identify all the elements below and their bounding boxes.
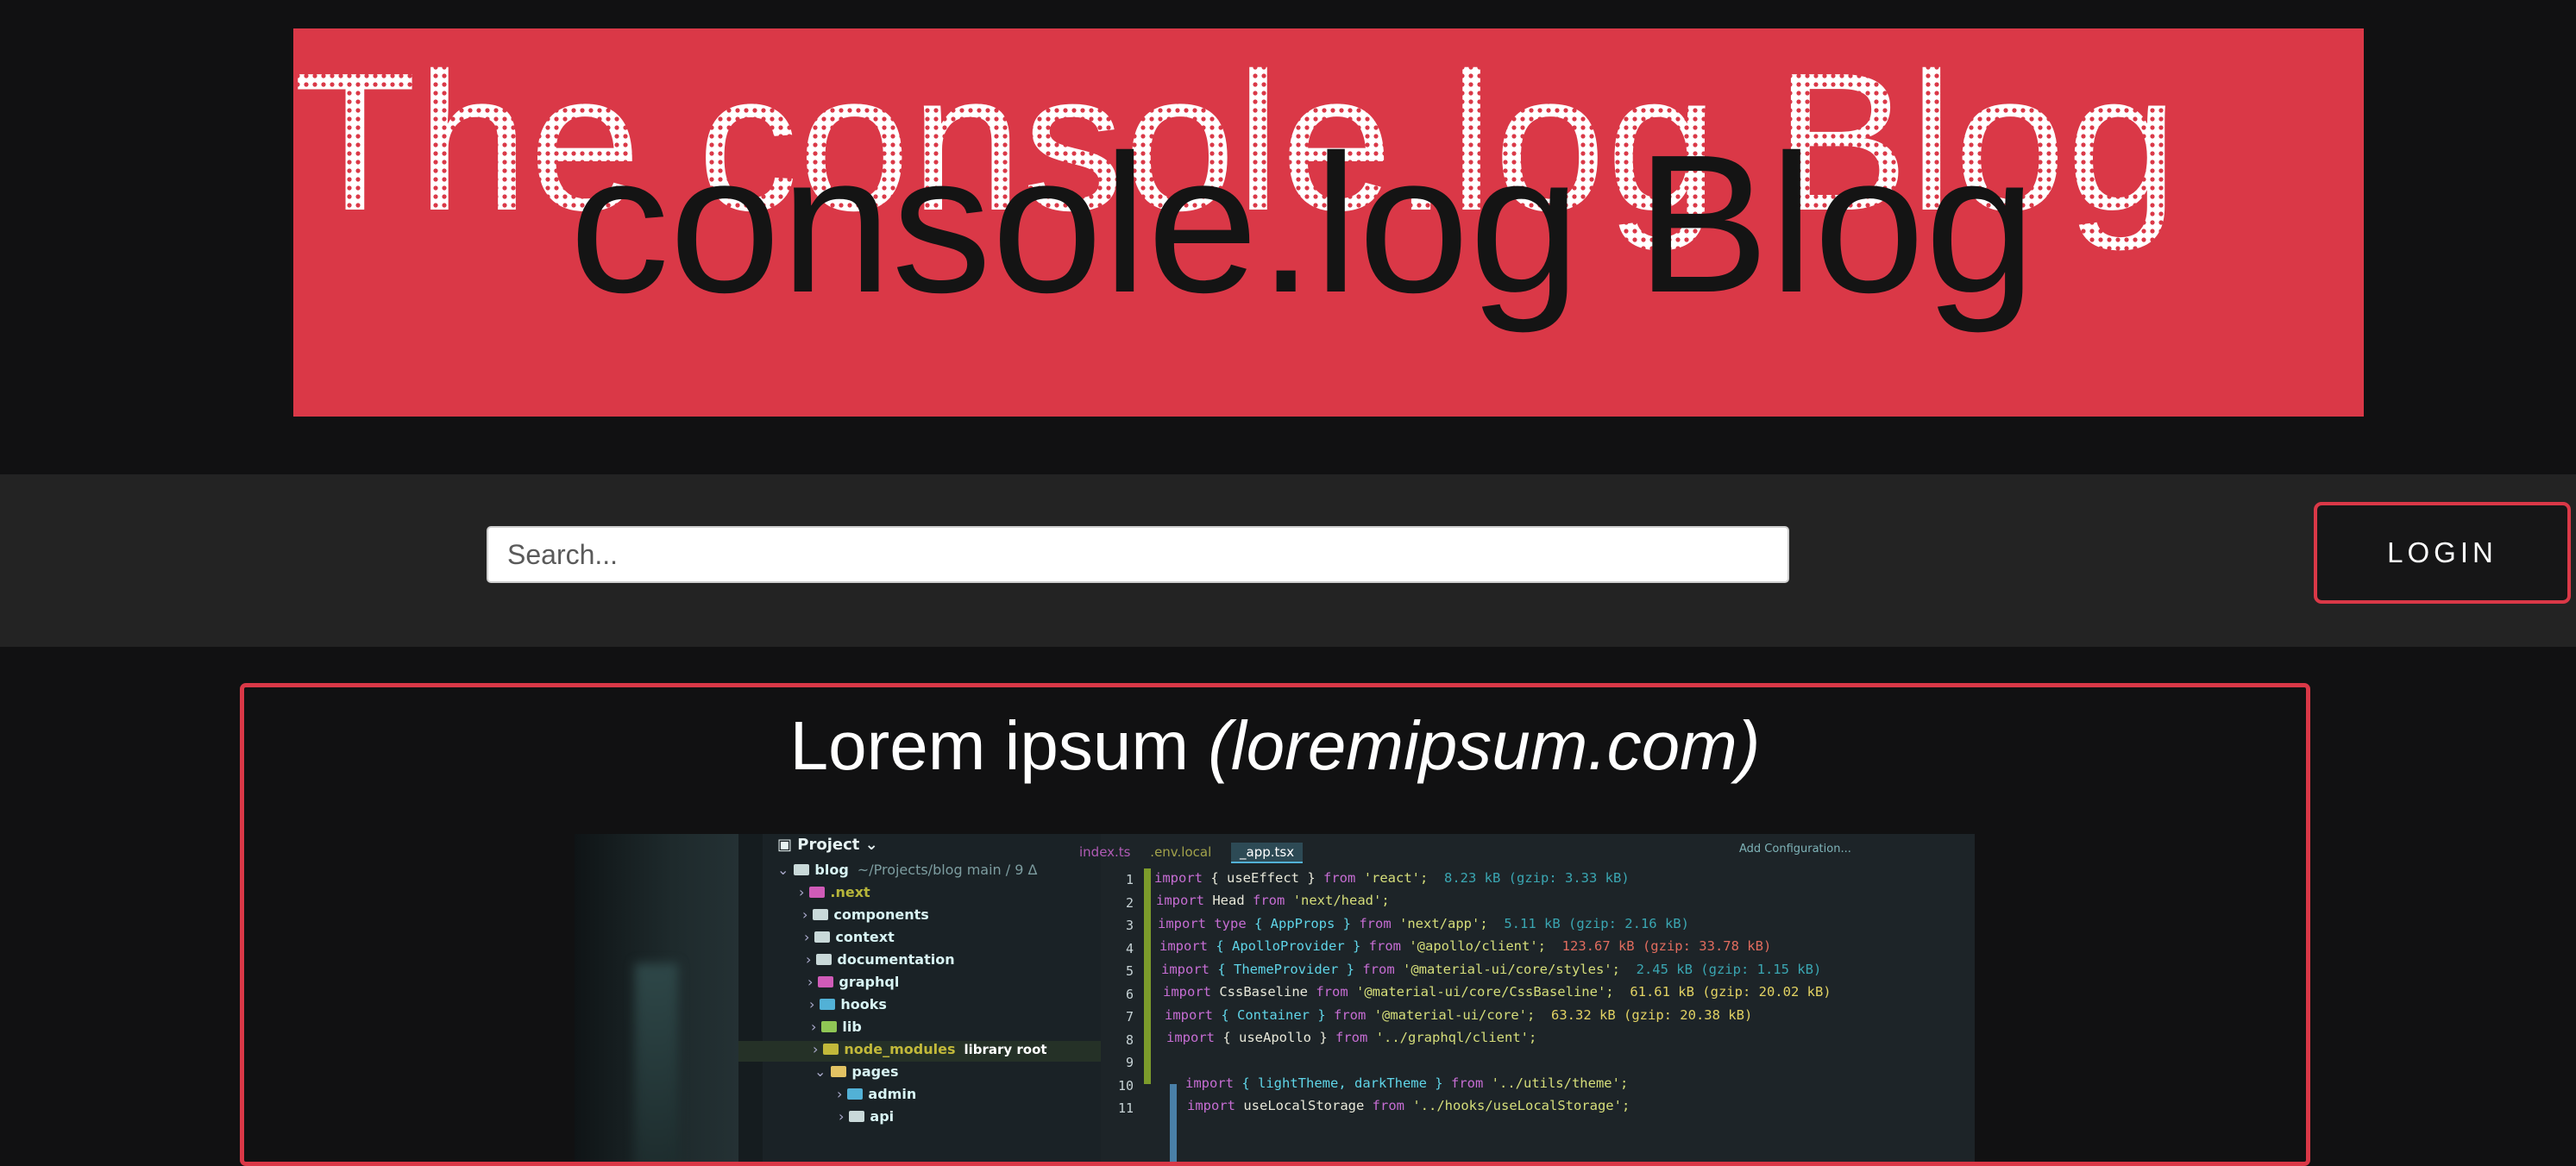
folder-icon [813,909,829,920]
login-button[interactable]: LOGIN [2314,502,2571,604]
tree-item: › graphql [807,974,900,990]
tree-item: › .next [799,884,870,900]
folder-icon [821,1021,838,1032]
folder-icon [847,1088,864,1100]
banner-solid-title: console.log Blog [569,115,2036,334]
banner-logo: The console.log Blog console.log Blog [293,33,2178,334]
code-line: import useLocalStorage from '../hooks/us… [1187,1098,1630,1113]
tree-item: › node_modules library root [813,1041,1047,1057]
folder-icon [849,1111,865,1122]
project-header: ▣ Project ⌄ [777,836,878,854]
tree-item: › lib [811,1019,862,1035]
tree-item: › documentation [806,951,955,968]
tree-root: ⌄ blog ~/Projects/blog main / 9 Δ [777,862,1038,878]
folder-icon [809,887,826,898]
folder-icon [820,999,836,1010]
editor-tab: .env.local [1150,844,1212,860]
code-line: import { ThemeProvider } from '@material… [1161,962,1822,977]
chevron-right-icon: › [802,906,808,923]
code-line: import type { AppProps } from 'next/app'… [1158,916,1689,931]
chevron-right-icon: › [806,951,812,968]
folder-icon [816,954,832,965]
chevron-right-icon: › [807,974,814,990]
post-title[interactable]: Lorem ipsum (loremipsum.com) [244,705,2306,787]
folder-icon [814,931,831,943]
site-banner: The console.log Blog console.log Blog [293,28,2364,417]
folder-icon: ▣ [777,836,798,854]
chevron-right-icon: › [799,884,805,900]
tree-item: › api [839,1108,895,1125]
change-marker [1144,868,1151,1084]
chevron-right-icon: › [837,1086,843,1102]
code-line: import { ApolloProvider } from '@apollo/… [1159,938,1772,954]
project-tool-strip [738,834,763,1162]
search-input[interactable] [487,526,1789,583]
editor-tab: index.ts [1079,844,1131,860]
code-line: import CssBaseline from '@material-ui/co… [1163,984,1831,1000]
tree-item: › hooks [809,996,887,1012]
editor-tab-active: _app.tsx [1231,843,1304,863]
code-line: import { useEffect } from 'react'; 8.23 … [1154,870,1630,886]
folder-icon [794,864,810,875]
editor-tabs: index.ts .env.local _app.tsx [1079,843,1318,865]
chevron-right-icon: › [813,1041,819,1057]
chevron-right-icon: › [839,1108,845,1125]
folder-icon [823,1044,839,1055]
chevron-down-icon: ⌄ [814,1063,826,1080]
code-line: import { Container } from '@material-ui/… [1165,1007,1753,1023]
chevron-right-icon: › [809,996,815,1012]
tree-item: › components [802,906,929,923]
chevron-down-icon: ⌄ [777,862,789,878]
folder-icon [818,976,834,987]
post-image[interactable]: ▣ Project ⌄ ⌄ blog ~/Projects/blog main / … [575,834,1975,1162]
chevron-right-icon: › [811,1019,817,1035]
folder-icon [831,1066,847,1077]
run-configuration: Add Configuration... [1739,843,1851,856]
line-numbers: 1 2 3 4 5 6 7 8 9 10 11 [1117,872,1134,1116]
post-title-text[interactable]: Lorem ipsum [790,707,1189,784]
code-line: import { lightTheme, darkTheme } from '.… [1185,1075,1629,1091]
tree-item: ⌄ pages [814,1063,899,1080]
nav-bar: LOGIN [0,474,2576,647]
post-source[interactable]: (loremipsum.com) [1208,707,1760,784]
tree-item: › context [804,929,895,945]
post-card[interactable]: Lorem ipsum (loremipsum.com) ▣ Project ⌄… [240,683,2310,1166]
code-line: import { useApollo } from '../graphql/cl… [1166,1030,1537,1045]
project-tree-panel: ▣ Project ⌄ [738,834,1101,1162]
tree-item: › admin [837,1086,917,1102]
change-marker [1170,1084,1177,1162]
image-light-streak [635,963,678,1162]
code-line: import Head from 'next/head'; [1156,893,1390,908]
chevron-right-icon: › [804,929,810,945]
